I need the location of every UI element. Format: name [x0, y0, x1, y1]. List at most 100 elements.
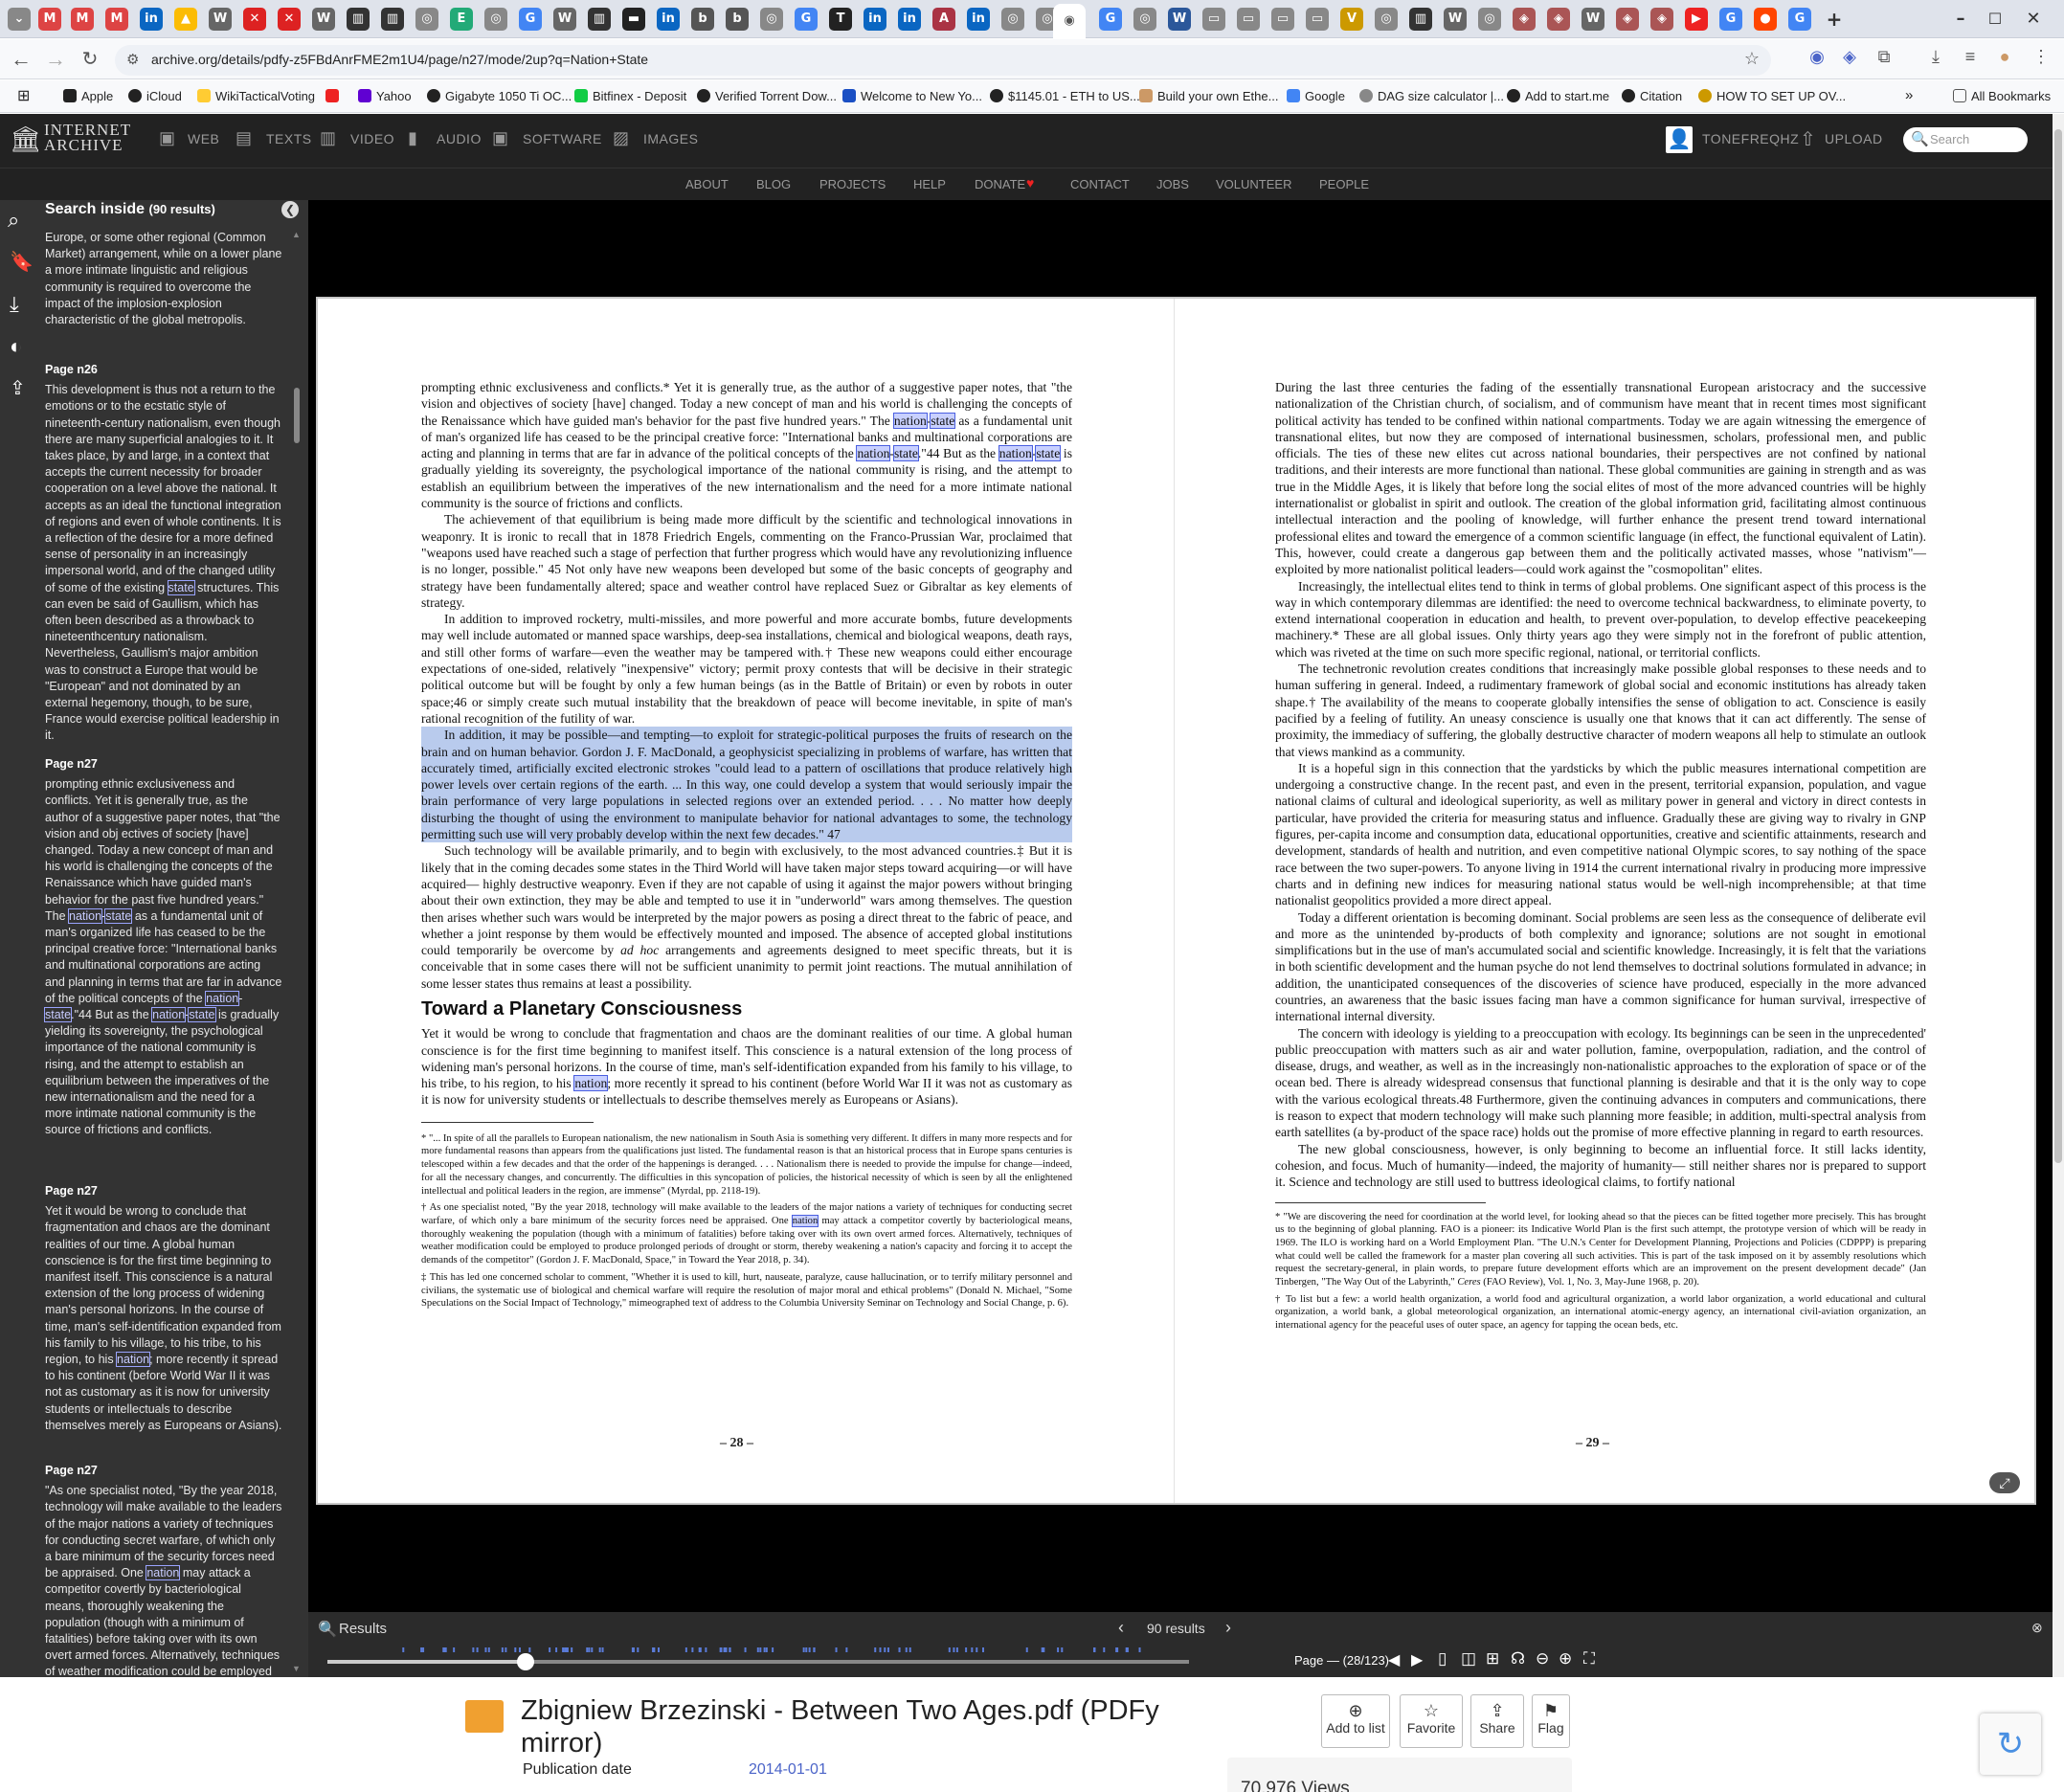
tab-site[interactable]: ◈: [1547, 8, 1570, 31]
tab-linkedin[interactable]: in: [864, 8, 886, 31]
media-icon[interactable]: ≡: [1957, 47, 1984, 67]
search-result-item[interactable]: Page n27 prompting ethnic exclusiveness a…: [43, 756, 282, 1139]
bookmark-item[interactable]: Apple: [63, 89, 113, 103]
username[interactable]: TONEFREQHZ: [1702, 131, 1799, 146]
video-icon[interactable]: ▥: [320, 128, 336, 148]
tab-drive[interactable]: ▲: [174, 8, 197, 31]
sub-blog[interactable]: BLOG: [756, 177, 791, 191]
tab-site[interactable]: ◈: [1650, 8, 1673, 31]
close-window-icon[interactable]: ✕: [2022, 8, 2045, 31]
tab-word[interactable]: W: [1168, 8, 1191, 31]
tab-site[interactable]: ▭: [1202, 8, 1225, 31]
tab-wikipedia[interactable]: W: [209, 8, 232, 31]
sub-people[interactable]: PEOPLE: [1319, 177, 1369, 191]
bookmark-item[interactable]: iCloud: [128, 89, 182, 103]
nav-software[interactable]: SOFTWARE: [523, 131, 602, 146]
tab-site[interactable]: A: [932, 8, 955, 31]
ia-search-input[interactable]: 🔍 Search: [1903, 127, 2028, 152]
tab-site[interactable]: ◈: [1616, 8, 1639, 31]
tab-gmail[interactable]: M: [71, 8, 94, 31]
next-page-icon[interactable]: ▶: [1411, 1650, 1423, 1669]
more-bookmarks-icon[interactable]: »: [1905, 87, 1913, 103]
page-slider[interactable]: [308, 1645, 2053, 1677]
web-icon[interactable]: ▣: [159, 128, 175, 148]
bookmark-item[interactable]: WikiTacticalVoting: [197, 89, 315, 103]
nav-video[interactable]: VIDEO: [350, 131, 394, 146]
address-bar[interactable]: ⚙ archive.org/details/pdfy-z5FBdAnrFME2m…: [115, 45, 1771, 76]
tab-site[interactable]: ◎: [1133, 8, 1156, 31]
tab-gmail[interactable]: M: [105, 8, 128, 31]
tab-site[interactable]: ✕: [243, 8, 266, 31]
tab-list-icon[interactable]: ⌄: [8, 8, 31, 31]
sub-contact[interactable]: CONTACT: [1070, 177, 1130, 191]
tab-site[interactable]: b: [691, 8, 714, 31]
nav-images[interactable]: IMAGES: [643, 131, 698, 146]
nav-texts[interactable]: TEXTS: [266, 131, 312, 146]
tab-wikipedia[interactable]: W: [312, 8, 335, 31]
tab-wikipedia[interactable]: W: [1582, 8, 1604, 31]
tab-site[interactable]: T: [829, 8, 852, 31]
tab-site[interactable]: ✕: [278, 8, 301, 31]
nav-web[interactable]: WEB: [188, 131, 219, 146]
tab-google[interactable]: G: [1719, 8, 1742, 31]
publication-date-link[interactable]: 2014-01-01: [749, 1761, 827, 1779]
recaptcha-badge-icon[interactable]: ↻: [1980, 1714, 2041, 1775]
prev-result-icon[interactable]: ‹: [1118, 1618, 1124, 1638]
zoom-out-icon[interactable]: ⊖: [1536, 1649, 1549, 1669]
back-icon[interactable]: ←: [8, 47, 34, 72]
menu-kebab-icon[interactable]: ⋮: [2028, 47, 2054, 67]
ia-logo-icon[interactable]: 🏛: [10, 124, 41, 153]
bookmark-item[interactable]: Gigabyte 1050 Ti OC...: [427, 89, 572, 103]
search-result-item[interactable]: Page n27 "As one specialist noted, "By th…: [45, 1463, 282, 1697]
tab-reddit[interactable]: ●: [1754, 8, 1777, 31]
ia-logo[interactable]: INTERNET ARCHIVE: [44, 122, 131, 153]
bookmark-item[interactable]: HOW TO SET UP OV...: [1698, 89, 1846, 103]
search-result-item[interactable]: Page n27 Yet it would be wrong to conclud…: [45, 1183, 282, 1434]
close-results-icon[interactable]: ⊗: [2031, 1620, 2043, 1636]
tab-site[interactable]: ◎: [415, 8, 438, 31]
sidebar-scrollbar[interactable]: [292, 230, 301, 1666]
read-aloud-icon[interactable]: ☊: [1511, 1649, 1525, 1669]
bookmark-item[interactable]: Google: [1287, 89, 1345, 103]
share-icon[interactable]: ⇪: [10, 376, 26, 400]
search-inside-icon[interactable]: ⌕: [8, 208, 34, 235]
download-icon[interactable]: ⤓: [10, 292, 19, 317]
tab-google[interactable]: G: [1788, 8, 1811, 31]
profile-avatar-icon[interactable]: ●: [1991, 47, 2018, 67]
nav-audio[interactable]: AUDIO: [437, 131, 482, 146]
tab-internet-archive-active[interactable]: ◉: [1053, 4, 1086, 38]
bookmark-item[interactable]: Build your own Ethe...: [1139, 89, 1278, 103]
tab-archive[interactable]: ▥: [381, 8, 404, 31]
software-icon[interactable]: ▣: [492, 128, 508, 148]
bookmark-icon[interactable]: 🔖: [10, 250, 34, 274]
tab-gmail[interactable]: M: [38, 8, 61, 31]
bookmark-item[interactable]: DAG size calculator |...: [1359, 89, 1504, 103]
bookmark-item[interactable]: Bitfinex - Deposit: [574, 89, 686, 103]
zoom-fit-icon[interactable]: ⤢: [1989, 1472, 2020, 1493]
apps-grid-icon[interactable]: ⊞: [17, 86, 30, 105]
tab-site[interactable]: b: [726, 8, 749, 31]
thumbnail-view-icon[interactable]: ⊞: [1486, 1649, 1499, 1669]
tab-google[interactable]: G: [795, 8, 818, 31]
extension-icon[interactable]: ◈: [1836, 47, 1863, 67]
fullscreen-icon[interactable]: ⛶: [1583, 1649, 1595, 1669]
reload-icon[interactable]: ↻: [77, 47, 103, 71]
tab-site[interactable]: V: [1340, 8, 1363, 31]
add-to-list-button[interactable]: ⊕ Add to list: [1321, 1694, 1390, 1748]
tab-site[interactable]: ◈: [1513, 8, 1536, 31]
bookmark-star-icon[interactable]: ☆: [1744, 49, 1760, 69]
new-tab-icon[interactable]: +: [1823, 8, 1846, 31]
search-result-item[interactable]: Europe, or some other regional (Common M…: [45, 230, 282, 328]
search-result-item[interactable]: Page n26 This development is thus not a r…: [45, 362, 282, 745]
tab-wikipedia[interactable]: W: [1444, 8, 1467, 31]
tab-linkedin[interactable]: in: [140, 8, 163, 31]
tab-site[interactable]: ▬: [622, 8, 645, 31]
scroll-down-icon[interactable]: ▼: [292, 1664, 301, 1673]
tab-archive[interactable]: ▥: [1409, 8, 1432, 31]
one-page-view-icon[interactable]: ▯: [1438, 1649, 1447, 1669]
tab-archive[interactable]: ▥: [347, 8, 370, 31]
bookmark-item[interactable]: Welcome to New Yo...: [842, 89, 982, 103]
scroll-up-icon[interactable]: ▲: [292, 230, 301, 239]
minimize-icon[interactable]: –: [1949, 8, 1972, 31]
tab-site[interactable]: ▭: [1271, 8, 1294, 31]
